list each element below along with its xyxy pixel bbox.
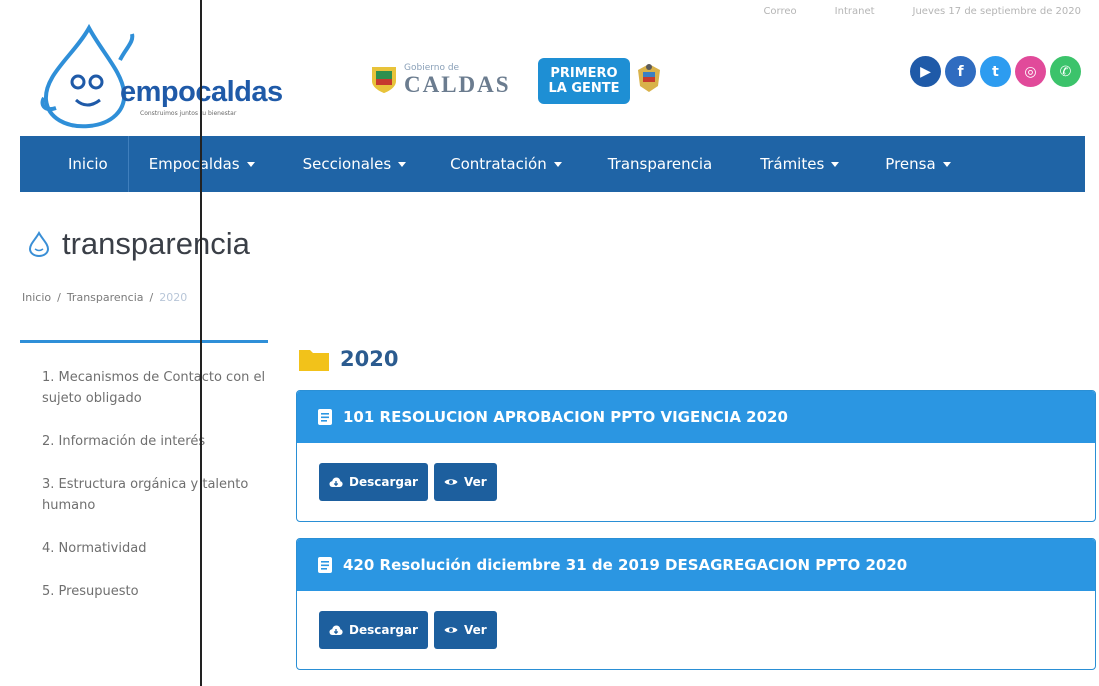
nav-prensa[interactable]: Prensa <box>865 136 970 192</box>
page-header: transparencia <box>26 226 250 262</box>
view-button[interactable]: Ver <box>433 611 497 649</box>
cloud-download-icon <box>329 477 343 487</box>
scan-line-artifact <box>200 0 202 686</box>
nav-empocaldas-label: Empocaldas <box>148 155 240 173</box>
document-title: 420 Resolución diciembre 31 de 2019 DESA… <box>343 556 908 574</box>
primero-line1: PRIMERO <box>550 66 618 81</box>
eye-icon <box>444 479 458 485</box>
view-label: Ver <box>463 475 487 489</box>
document-card-body: Descargar Ver <box>297 591 1095 669</box>
twitter-icon[interactable]: t <box>980 56 1011 87</box>
gobierno-big-text: CALDAS <box>404 72 511 97</box>
video-icon[interactable]: ▶ <box>910 56 941 87</box>
download-button[interactable]: Descargar <box>319 463 428 501</box>
primero-line2: LA GENTE <box>548 81 620 96</box>
nav-inicio[interactable]: Inicio <box>20 136 128 192</box>
nav-tramites[interactable]: Trámites <box>740 136 865 192</box>
nav-prensa-label: Prensa <box>885 155 936 173</box>
download-label: Descargar <box>349 623 418 637</box>
coat-of-arms-icon <box>638 64 660 92</box>
document-card: 101 RESOLUCION APROBACION PPTO VIGENCIA … <box>296 390 1096 522</box>
view-label: Ver <box>463 623 487 637</box>
view-button[interactable]: Ver <box>433 463 497 501</box>
sidebar: 1. Mecanismos de Contacto con el sujeto … <box>20 340 268 624</box>
water-drop-icon <box>28 231 50 257</box>
main-navigation: Inicio Empocaldas Seccionales Contrataci… <box>20 136 1085 192</box>
nav-contratacion[interactable]: Contratación <box>430 136 588 192</box>
download-label: Descargar <box>349 475 418 489</box>
nav-contratacion-label: Contratación <box>450 155 547 173</box>
chevron-down-icon <box>831 161 840 167</box>
sidebar-divider <box>20 340 268 343</box>
facebook-icon[interactable]: f <box>945 56 976 87</box>
mail-link[interactable]: Correo <box>763 6 796 17</box>
water-drop-mascot-icon <box>40 23 135 129</box>
breadcrumb-separator: / <box>149 291 154 304</box>
document-icon <box>318 409 332 425</box>
nav-transparencia[interactable]: Transparencia <box>588 136 741 192</box>
current-date: Jueves 17 de septiembre de 2020 <box>912 6 1081 17</box>
folder-title: 2020 <box>340 347 399 371</box>
instagram-icon[interactable]: ◎ <box>1015 56 1046 87</box>
chevron-down-icon <box>942 161 951 167</box>
document-card-header[interactable]: 101 RESOLUCION APROBACION PPTO VIGENCIA … <box>297 391 1095 443</box>
sidebar-item-informacion[interactable]: 2. Información de interés <box>20 431 268 452</box>
chevron-down-icon <box>553 161 562 167</box>
page-title: transparencia <box>62 226 250 261</box>
nav-transparencia-label: Transparencia <box>607 155 713 173</box>
download-button[interactable]: Descargar <box>319 611 428 649</box>
nav-empocaldas[interactable]: Empocaldas <box>129 136 279 192</box>
breadcrumb: Inicio / Transparencia / 2020 <box>22 291 187 304</box>
document-icon <box>318 557 332 573</box>
caldas-shield-icon <box>372 67 396 93</box>
document-card-body: Descargar Ver <box>297 443 1095 521</box>
chevron-down-icon <box>398 161 407 167</box>
sidebar-item-estructura[interactable]: 3. Estructura orgánica y talento humano <box>20 474 268 516</box>
sidebar-item-normatividad[interactable]: 4. Normatividad <box>20 538 268 559</box>
sidebar-item-mecanismos[interactable]: 1. Mecanismos de Contacto con el sujeto … <box>20 367 268 409</box>
nav-inicio-label: Inicio <box>68 155 108 173</box>
folder-header: 2020 <box>298 346 398 372</box>
document-title: 101 RESOLUCION APROBACION PPTO VIGENCIA … <box>343 408 788 426</box>
breadcrumb-transparencia[interactable]: Transparencia <box>67 291 144 304</box>
social-links: ▶ f t ◎ ✆ <box>910 56 1081 87</box>
chevron-down-icon <box>246 161 255 167</box>
top-utility-bar: Correo Intranet Jueves 17 de septiembre … <box>763 6 1081 17</box>
breadcrumb-separator: / <box>57 291 61 304</box>
sidebar-item-presupuesto[interactable]: 5. Presupuesto <box>20 581 268 602</box>
cloud-download-icon <box>329 625 343 635</box>
nav-seccionales[interactable]: Seccionales <box>279 136 431 192</box>
document-card: 420 Resolución diciembre 31 de 2019 DESA… <box>296 538 1096 670</box>
nav-seccionales-label: Seccionales <box>302 155 392 173</box>
eye-icon <box>444 627 458 633</box>
breadcrumb-inicio[interactable]: Inicio <box>22 291 51 304</box>
breadcrumb-current: 2020 <box>159 291 188 304</box>
intranet-link[interactable]: Intranet <box>835 6 875 17</box>
primero-la-gente-badge[interactable]: PRIMERO LA GENTE <box>538 58 630 104</box>
gobierno-caldas-logo[interactable]: Gobierno de CALDAS <box>370 64 511 96</box>
document-card-header[interactable]: 420 Resolución diciembre 31 de 2019 DESA… <box>297 539 1095 591</box>
nav-tramites-label: Trámites <box>760 155 825 173</box>
brand-tagline: Construimos juntos tu bienestar <box>140 110 237 117</box>
folder-icon <box>299 350 329 371</box>
whatsapp-icon[interactable]: ✆ <box>1050 56 1081 87</box>
